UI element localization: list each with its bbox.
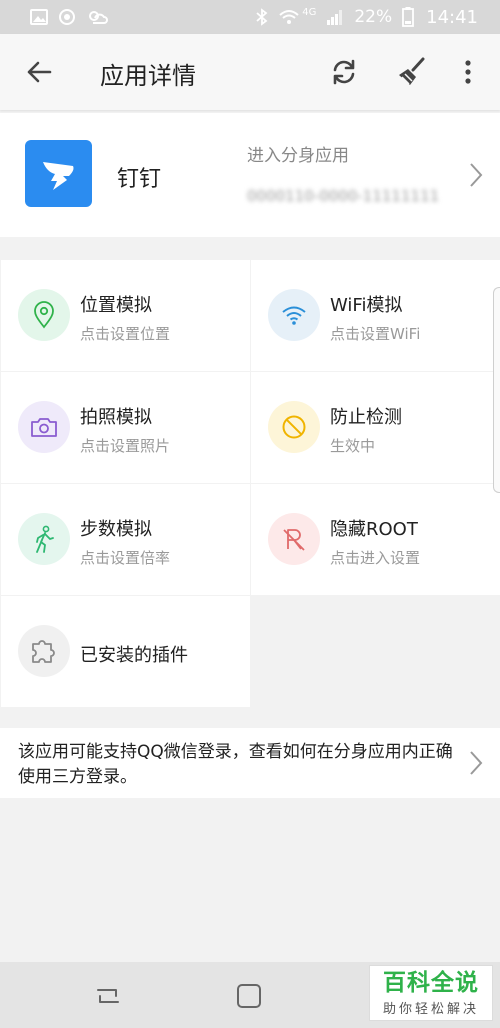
feature-title: 拍照模拟 (80, 407, 152, 428)
puzzle-icon (18, 625, 70, 677)
app-name: 钉钉 (117, 167, 162, 192)
recents-button[interactable] (92, 980, 124, 1012)
sync-icon (333, 59, 355, 85)
cell-signal-icon (327, 10, 343, 25)
login-tip-text: 该应用可能支持QQ微信登录，查看如何在分身应用内正确使用三方登录。 (18, 742, 453, 787)
dingtalk-logo-icon (42, 161, 73, 190)
feature-steps[interactable]: 步数模拟 点击设置倍率 (1, 484, 250, 595)
back-button[interactable] (22, 56, 56, 88)
side-scroll-handle[interactable] (493, 287, 500, 493)
image-notification-icon (30, 9, 48, 25)
enter-clone-label[interactable]: 进入分身应用 (247, 141, 349, 166)
battery-percent: 22% (354, 7, 393, 27)
feature-wifi[interactable]: WiFi模拟 点击设置WiFi (251, 260, 500, 371)
feature-hide-root[interactable]: 隐藏ROOT 点击进入设置 (251, 484, 500, 595)
wifi-icon (268, 289, 320, 341)
watermark-subtitle: 助你轻松解决 (382, 1001, 479, 1017)
feature-title: 已安装的插件 (80, 645, 188, 666)
bluetooth-icon (256, 8, 268, 26)
feature-title: 步数模拟 (80, 519, 152, 540)
feature-subtitle: 点击进入设置 (330, 549, 421, 567)
feature-subtitle: 点击设置倍率 (80, 549, 171, 567)
feature-location[interactable]: 位置模拟 点击设置位置 (1, 260, 250, 371)
feature-title: 位置模拟 (80, 295, 152, 316)
clean-button[interactable] (394, 54, 430, 90)
walking-icon (18, 513, 70, 565)
more-vert-icon (465, 60, 471, 84)
sync-notification-icon (59, 9, 75, 25)
status-left-icons (30, 8, 108, 26)
feature-subtitle: 生效中 (330, 437, 376, 455)
app-info-card[interactable]: 钉钉 进入分身应用 0000110-0000-11111111 (0, 113, 500, 237)
feature-subtitle: 点击设置位置 (80, 325, 171, 343)
camera-icon (18, 401, 70, 453)
clock: 14:41 (426, 6, 478, 28)
app-bar: 应用详情 (0, 34, 500, 110)
feature-title: 隐藏ROOT (330, 519, 418, 540)
root-crossed-icon (268, 513, 320, 565)
location-pin-icon (18, 289, 70, 341)
more-options-button[interactable] (456, 54, 480, 90)
feature-plugins[interactable]: 已安装的插件 (1, 596, 250, 707)
status-right-icons: 4G 22% 14:41 (256, 7, 478, 28)
feature-title: 防止检测 (330, 407, 402, 428)
network-type: 4G (302, 6, 317, 18)
chevron-right-icon (470, 163, 483, 187)
third-party-login-tip[interactable]: 该应用可能支持QQ微信登录，查看如何在分身应用内正确使用三方登录。 (0, 728, 500, 798)
device-id: 0000110-0000-11111111 (247, 187, 440, 205)
watermark-logo: 百科全说 助你轻松解决 (369, 965, 493, 1021)
arrow-back-icon (27, 61, 52, 83)
home-button[interactable] (233, 980, 265, 1012)
feature-subtitle: 点击设置照片 (80, 437, 171, 455)
battery-icon (402, 7, 415, 27)
feature-anti-detect[interactable]: 防止检测 生效中 (251, 372, 500, 483)
watermark-title: 百科全说 (383, 969, 479, 996)
block-icon (268, 401, 320, 453)
status-bar: 4G 22% 14:41 (0, 0, 500, 34)
feature-camera[interactable]: 拍照模拟 点击设置照片 (1, 372, 250, 483)
dingtalk-app-icon (25, 140, 92, 207)
weather-notification-icon (89, 11, 108, 24)
sync-button[interactable] (326, 54, 362, 90)
feature-title: WiFi模拟 (330, 295, 403, 316)
feature-subtitle: 点击设置WiFi (330, 325, 421, 343)
page-title: 应用详情 (100, 62, 196, 90)
chevron-right-icon (470, 751, 483, 775)
wifi-signal-icon (279, 10, 299, 24)
broom-icon (399, 57, 425, 85)
